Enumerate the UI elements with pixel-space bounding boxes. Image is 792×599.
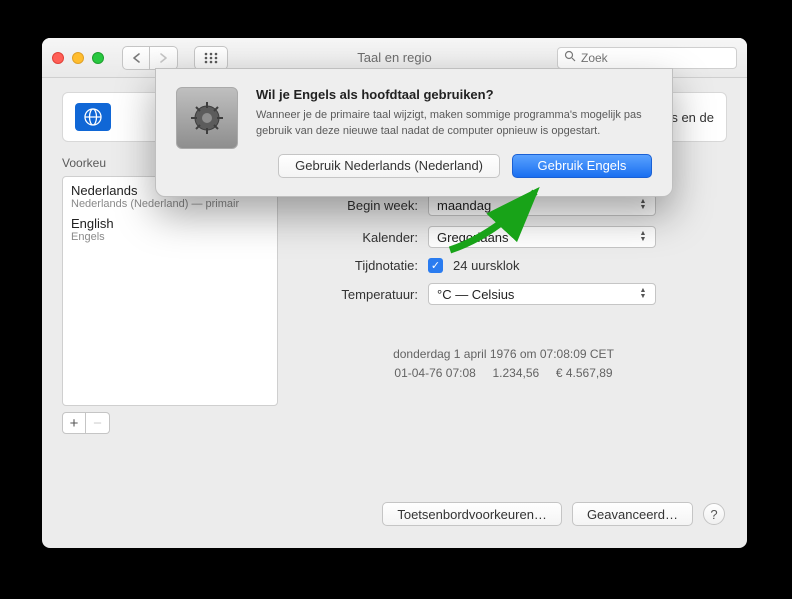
temperature-label: Temperatuur: (300, 287, 418, 302)
search-icon (564, 50, 576, 65)
minimize-window-button[interactable] (72, 52, 84, 64)
remove-language-button[interactable]: − (86, 412, 110, 434)
language-change-dialog: Wil je Engels als hoofdtaal gebruiken? W… (155, 68, 673, 197)
dialog-title: Wil je Engels als hoofdtaal gebruiken? (256, 87, 652, 102)
time-format-checkbox-label: 24 uursklok (453, 258, 519, 273)
globe-flag-icon (75, 103, 111, 131)
begin-week-label: Begin week: (300, 198, 418, 213)
advanced-button[interactable]: Geavanceerd… (572, 502, 693, 526)
use-engels-button[interactable]: Gebruik Engels (512, 154, 652, 178)
gear-icon (176, 87, 238, 149)
time-format-checkbox[interactable]: ✓ (428, 258, 443, 273)
help-button[interactable]: ? (703, 503, 725, 525)
search-field[interactable] (557, 47, 737, 69)
format-examples: donderdag 1 april 1976 om 07:08:09 CET 0… (300, 345, 727, 383)
dialog-body: Wanneer je de primaire taal wijzigt, mak… (256, 108, 652, 140)
nav-buttons (122, 46, 178, 70)
show-all-button[interactable] (194, 46, 228, 70)
fullscreen-window-button[interactable] (92, 52, 104, 64)
footer-buttons: Toetsenbordvoorkeuren… Geavanceerd… ? (42, 502, 747, 526)
use-nederlands-button[interactable]: Gebruik Nederlands (Nederland) (278, 154, 500, 178)
forward-button[interactable] (150, 46, 178, 70)
chevron-updown-icon: ▲▼ (635, 227, 651, 247)
language-item-english[interactable]: English Engels (71, 216, 269, 243)
banner-text-suffix: s en de (671, 110, 714, 125)
sidebar: Voorkeu Nederlands Nederlands (Nederland… (62, 156, 278, 434)
time-format-label: Tijdnotatie: (300, 258, 418, 273)
add-language-button[interactable]: + (62, 412, 86, 434)
close-window-button[interactable] (52, 52, 64, 64)
calendar-label: Kalender: (300, 230, 418, 245)
begin-week-dropdown[interactable]: maandag ▲▼ (428, 194, 656, 216)
window-controls (52, 52, 104, 64)
add-remove-buttons: + − (62, 412, 278, 434)
keyboard-preferences-button[interactable]: Toetsenbordvoorkeuren… (382, 502, 562, 526)
chevron-updown-icon: ▲▼ (635, 195, 651, 215)
chevron-updown-icon: ▲▼ (635, 284, 651, 304)
temperature-dropdown[interactable]: °C — Celsius ▲▼ (428, 283, 656, 305)
back-button[interactable] (122, 46, 150, 70)
language-list[interactable]: Nederlands Nederlands (Nederland) — prim… (62, 176, 278, 406)
settings-panel: x Begin week: maandag ▲▼ Kalender: Grego… (278, 156, 727, 434)
search-input[interactable] (581, 51, 730, 65)
calendar-dropdown[interactable]: Gregoriaans ▲▼ (428, 226, 656, 248)
